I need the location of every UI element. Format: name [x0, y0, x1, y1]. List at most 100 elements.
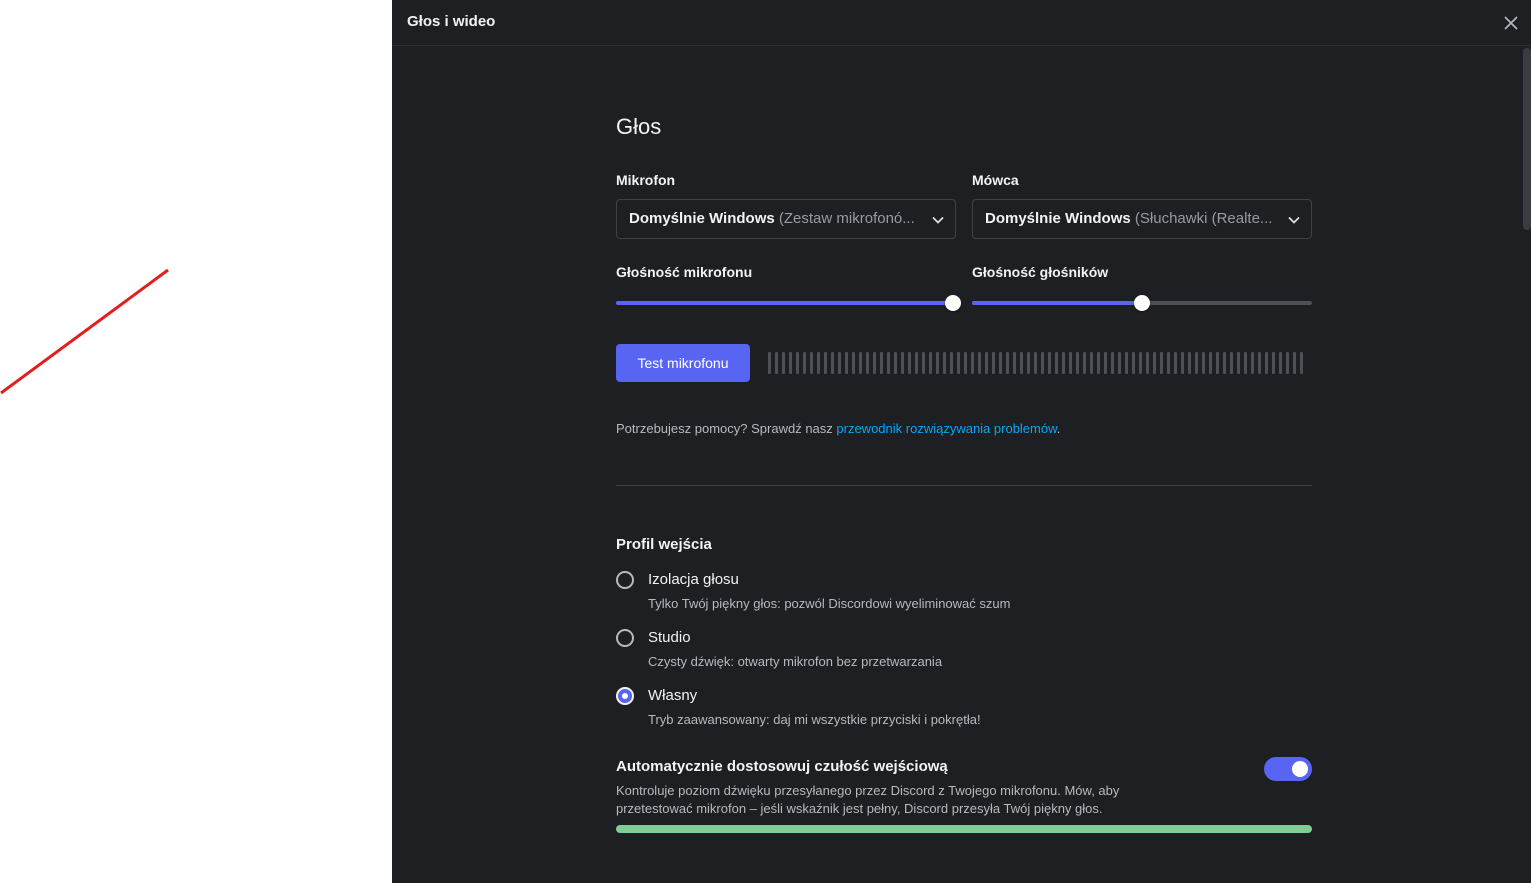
close-icon	[1504, 16, 1518, 30]
help-suffix: .	[1056, 421, 1061, 436]
meter-bar	[1006, 352, 1009, 374]
meter-bar	[768, 352, 771, 374]
meter-bar	[1286, 352, 1289, 374]
meter-bar	[1167, 352, 1170, 374]
meter-bar	[950, 352, 953, 374]
auto-sensitivity-title: Automatycznie dostosowuj czułość wejścio…	[616, 758, 948, 775]
meter-bar	[999, 352, 1002, 374]
meter-bar	[1104, 352, 1107, 374]
meter-bar	[957, 352, 960, 374]
meter-bar	[1083, 352, 1086, 374]
meter-bar	[1153, 352, 1156, 374]
meter-bar	[915, 352, 918, 374]
meter-bar	[1160, 352, 1163, 374]
meter-bar	[1020, 352, 1023, 374]
settings-panel: Głos i wideo Głos Mikrofon Mówca Domyśln…	[392, 0, 1531, 883]
meter-bar	[1062, 352, 1065, 374]
meter-bar	[985, 352, 988, 374]
meter-bar	[964, 352, 967, 374]
meter-bar	[1097, 352, 1100, 374]
radio-description: Czysty dźwięk: otwarty mikrofon bez prze…	[648, 654, 943, 669]
radio-label: Studio	[648, 629, 691, 646]
close-button[interactable]	[1501, 13, 1521, 33]
slider-thumb[interactable]	[1134, 295, 1150, 311]
meter-bar	[1118, 352, 1121, 374]
meter-bar	[1111, 352, 1114, 374]
meter-bar	[810, 352, 813, 374]
meter-bar	[782, 352, 785, 374]
meter-bar	[866, 352, 869, 374]
auto-sensitivity-toggle[interactable]	[1264, 757, 1312, 781]
slider-fill	[972, 301, 1142, 305]
microphone-device-detail: (Zestaw mikrofonó...	[778, 210, 915, 227]
meter-bar	[859, 352, 862, 374]
speaker-volume-label: Głośność głośników	[972, 264, 1109, 280]
meter-bar	[1265, 352, 1268, 374]
radio-button[interactable]	[616, 629, 634, 647]
meter-bar	[908, 352, 911, 374]
microphone-label: Mikrofon	[616, 172, 676, 188]
meter-bar	[1195, 352, 1198, 374]
meter-bar	[929, 352, 932, 374]
input-profile-title: Profil wejścia	[616, 536, 712, 553]
meter-bar	[894, 352, 897, 374]
radio-description: Tryb zaawansowany: daj mi wszystkie przy…	[648, 712, 981, 727]
meter-bar	[1125, 352, 1128, 374]
meter-bar	[1048, 352, 1051, 374]
speaker-device-detail: (Słuchawki (Realte...	[1134, 210, 1273, 227]
chevron-down-icon	[932, 216, 944, 224]
divider	[616, 485, 1312, 486]
meter-bar	[1090, 352, 1093, 374]
help-text: Potrzebujesz pomocy? Sprawdź nasz przewo…	[616, 421, 1060, 436]
slider-thumb[interactable]	[944, 295, 961, 311]
meter-bar	[1251, 352, 1254, 374]
meter-bar	[887, 352, 890, 374]
chevron-down-icon	[1288, 216, 1300, 224]
mic-volume-slider[interactable]	[616, 295, 961, 311]
speaker-volume-slider[interactable]	[972, 295, 1312, 311]
meter-bar	[992, 352, 995, 374]
meter-bar	[1013, 352, 1016, 374]
slider-fill	[616, 301, 953, 305]
scrollbar-thumb[interactable]	[1523, 48, 1531, 230]
section-title: Głos	[616, 114, 662, 139]
meter-bar	[978, 352, 981, 374]
panel-header: Głos i wideo	[392, 0, 1531, 46]
meter-bar	[1069, 352, 1072, 374]
meter-bar	[1216, 352, 1219, 374]
meter-bar	[775, 352, 778, 374]
meter-bar	[1034, 352, 1037, 374]
meter-bar	[1041, 352, 1044, 374]
meter-bar	[873, 352, 876, 374]
microphone-device-name: Domyślnie Windows	[629, 210, 775, 227]
meter-bar	[1237, 352, 1240, 374]
meter-bar	[943, 352, 946, 374]
radio-button[interactable]	[616, 571, 634, 589]
meter-bar	[936, 352, 939, 374]
radio-button-selected[interactable]	[616, 687, 634, 705]
mic-level-meter	[768, 352, 1312, 374]
scrollbar[interactable]	[1523, 48, 1531, 883]
meter-bar	[1027, 352, 1030, 374]
test-microphone-button[interactable]: Test mikrofonu	[616, 344, 750, 382]
meter-bar	[1202, 352, 1205, 374]
meter-bar	[901, 352, 904, 374]
troubleshooting-link[interactable]: przewodnik rozwiązywania problemów	[836, 421, 1056, 436]
radio-label: Izolacja głosu	[648, 571, 739, 588]
meter-bar	[831, 352, 834, 374]
microphone-select[interactable]: Domyślnie Windows (Zestaw mikrofonó...	[616, 199, 956, 239]
meter-bar	[1139, 352, 1142, 374]
mic-volume-label: Głośność mikrofonu	[616, 264, 753, 280]
meter-bar	[1244, 352, 1247, 374]
meter-bar	[1293, 352, 1296, 374]
meter-bar	[1223, 352, 1226, 374]
radio-description: Tylko Twój piękny głos: pozwól Discordow…	[648, 596, 1011, 611]
speaker-label: Mówca	[972, 172, 1019, 188]
sensitivity-meter	[616, 825, 1312, 833]
meter-bar	[1174, 352, 1177, 374]
meter-bar	[1300, 352, 1303, 374]
speaker-select[interactable]: Domyślnie Windows (Słuchawki (Realte...	[972, 199, 1312, 239]
auto-sensitivity-description: Kontroluje poziom dźwięku przesyłanego p…	[616, 783, 1120, 816]
meter-bar	[880, 352, 883, 374]
red-annotation-line	[0, 268, 169, 395]
